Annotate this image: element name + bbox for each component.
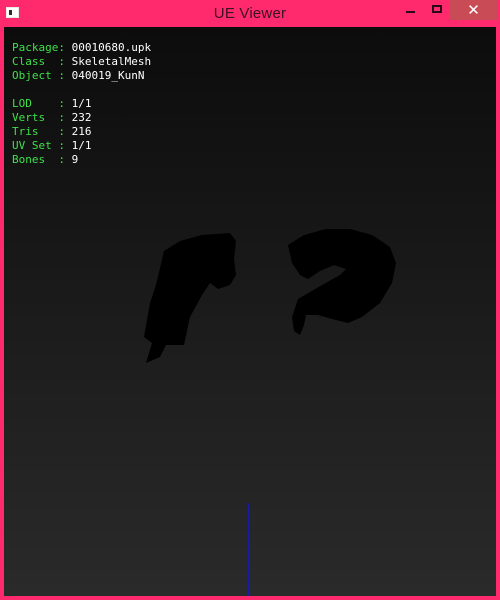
minimize-icon [406,11,415,13]
minimize-button[interactable] [397,0,423,20]
mesh-part-right [288,229,396,335]
title-bar[interactable]: UE Viewer ✕ [0,0,500,27]
maximize-button[interactable] [424,0,450,20]
3d-viewport[interactable]: Package: 00010680.upk Class : SkeletalMe… [4,27,496,596]
z-axis-line [248,503,249,596]
ue-viewer-window: UE Viewer ✕ Package: 00010680.upk Class … [0,0,500,600]
close-icon: ✕ [467,1,480,19]
mesh-part-left [144,233,236,363]
maximize-icon [432,5,442,13]
close-button[interactable]: ✕ [450,0,497,20]
skeletal-mesh-render [144,229,396,363]
